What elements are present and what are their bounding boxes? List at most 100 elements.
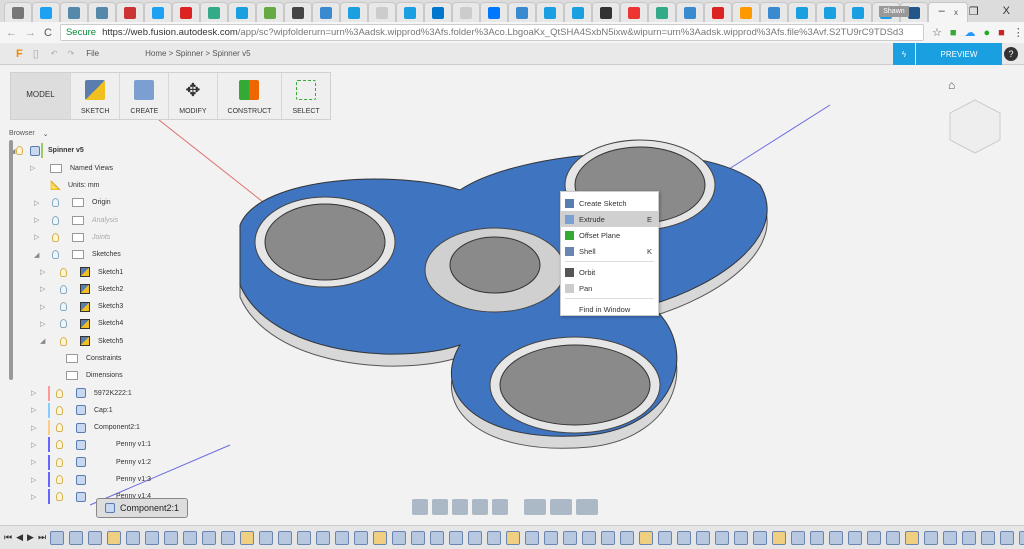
go-to-start-icon[interactable]: ⏮ [4, 532, 12, 543]
expand-toggle-icon[interactable]: ▷ [31, 441, 36, 449]
browser-tab[interactable] [340, 2, 368, 22]
browser-item[interactable]: ▷ Sketch2 [0, 281, 200, 298]
browser-tab[interactable] [704, 2, 732, 22]
expand-toggle-icon[interactable]: ▷ [40, 268, 45, 276]
timeline-feature[interactable] [297, 530, 312, 545]
browser-tab[interactable] [172, 2, 200, 22]
timeline-feature[interactable] [69, 530, 84, 545]
play-icon[interactable]: ▶ [27, 532, 34, 543]
grid-settings-icon[interactable] [576, 499, 598, 515]
timeline-feature[interactable] [696, 530, 711, 545]
timeline-feature[interactable] [943, 530, 958, 545]
context-menu-item[interactable]: Create Sketch [561, 195, 658, 211]
timeline-feature[interactable] [335, 530, 350, 545]
create-menu[interactable]: CREATE [120, 73, 170, 119]
browser-tab[interactable] [4, 2, 32, 22]
visibility-bulb-icon[interactable] [56, 423, 63, 433]
reload-icon[interactable]: C [44, 27, 52, 39]
expand-toggle-icon[interactable]: ▷ [34, 216, 39, 224]
go-to-end-icon[interactable]: ⏭ [38, 532, 46, 543]
timeline-feature[interactable] [848, 530, 863, 545]
browser-tab[interactable] [676, 2, 704, 22]
timeline-feature[interactable] [468, 530, 483, 545]
timeline-feature[interactable] [183, 530, 198, 545]
timeline-feature[interactable] [981, 530, 996, 545]
browser-item[interactable]: ▷ Penny v1:1 [0, 436, 200, 453]
browser-tab[interactable] [228, 2, 256, 22]
timeline-feature[interactable] [145, 530, 160, 545]
zoom-window-icon[interactable] [492, 499, 508, 515]
timeline-feature[interactable] [905, 530, 920, 545]
browser-tab[interactable] [620, 2, 648, 22]
context-menu-item[interactable]: Shell K [561, 243, 658, 259]
timeline-feature[interactable] [867, 530, 882, 545]
help-icon[interactable]: ? [1004, 47, 1018, 61]
orbit-icon[interactable] [412, 499, 428, 515]
visibility-bulb-icon[interactable] [52, 232, 59, 242]
close-window-button[interactable]: X [1003, 5, 1010, 17]
timeline-feature[interactable] [886, 530, 901, 545]
browser-item[interactable]: ▷ Penny v1:3 [0, 471, 200, 488]
construct-menu[interactable]: CONSTRUCT [218, 73, 283, 119]
timeline-feature[interactable] [240, 530, 255, 545]
browser-tab[interactable] [368, 2, 396, 22]
visibility-bulb-icon[interactable] [60, 284, 67, 294]
browser-tab[interactable] [60, 2, 88, 22]
visibility-bulb-icon[interactable] [56, 440, 63, 450]
visibility-bulb-icon[interactable] [56, 475, 63, 485]
browser-tab[interactable] [816, 2, 844, 22]
timeline-feature[interactable] [126, 530, 141, 545]
timeline-feature[interactable] [772, 530, 787, 545]
timeline-feature[interactable] [658, 530, 673, 545]
visibility-bulb-icon[interactable] [56, 405, 63, 415]
browser-item[interactable]: ▷ Cap:1 [0, 402, 200, 419]
browser-tab[interactable] [592, 2, 620, 22]
browser-item[interactable]: ▷ Sketch3 [0, 298, 200, 315]
timeline-feature[interactable] [487, 530, 502, 545]
activity-icon[interactable]: ϟ [893, 43, 915, 65]
browser-tab[interactable] [732, 2, 760, 22]
expand-toggle-icon[interactable]: ▷ [31, 424, 36, 432]
visibility-bulb-icon[interactable] [52, 198, 59, 208]
timeline-feature[interactable] [962, 530, 977, 545]
fusion-logo-icon[interactable]: F [16, 48, 23, 60]
expand-toggle-icon[interactable]: ▷ [31, 406, 36, 414]
breadcrumb-spinner[interactable]: Spinner [176, 49, 204, 58]
expand-toggle-icon[interactable]: ◢ [34, 251, 39, 259]
timeline-feature[interactable] [1019, 530, 1024, 545]
timeline-feature[interactable] [525, 530, 540, 545]
browser-item[interactable]: ◢Spinner v5 [0, 142, 200, 159]
timeline-feature[interactable] [259, 530, 274, 545]
browser-tab[interactable] [480, 2, 508, 22]
extension-icon[interactable]: ■ [950, 27, 957, 39]
breadcrumb-spinner-v5[interactable]: Spinner v5 [212, 49, 250, 58]
expand-toggle-icon[interactable]: ▷ [30, 164, 35, 172]
menu-icon[interactable]: ⋮ [1013, 26, 1024, 39]
forward-icon[interactable]: → [25, 27, 36, 39]
browser-tab[interactable] [32, 2, 60, 22]
timeline-feature[interactable] [829, 530, 844, 545]
timeline-feature[interactable] [639, 530, 654, 545]
sketch-menu[interactable]: SKETCH [71, 73, 121, 119]
browser-item[interactable]: ▷ Joints [0, 229, 200, 246]
maximize-button[interactable]: ❐ [969, 5, 979, 18]
visibility-bulb-icon[interactable] [16, 146, 23, 156]
context-menu-item[interactable]: Extrude E [561, 211, 658, 227]
visibility-bulb-icon[interactable] [56, 492, 63, 502]
context-menu-item[interactable]: Orbit [561, 264, 658, 280]
timeline-feature[interactable] [50, 530, 65, 545]
timeline-feature[interactable] [791, 530, 806, 545]
pdf-extension-icon[interactable]: ■ [998, 27, 1005, 39]
timeline-feature[interactable] [373, 530, 388, 545]
browser-tab[interactable] [536, 2, 564, 22]
timeline-feature[interactable] [164, 530, 179, 545]
browser-tab[interactable] [844, 2, 872, 22]
browser-tab[interactable] [144, 2, 172, 22]
back-icon[interactable]: ← [6, 27, 17, 39]
timeline-feature[interactable] [107, 530, 122, 545]
expand-toggle-icon[interactable]: ▷ [40, 320, 45, 328]
zoom-icon[interactable] [472, 499, 488, 515]
browser-tab[interactable] [256, 2, 284, 22]
browser-tab[interactable] [312, 2, 340, 22]
timeline-feature[interactable] [316, 530, 331, 545]
